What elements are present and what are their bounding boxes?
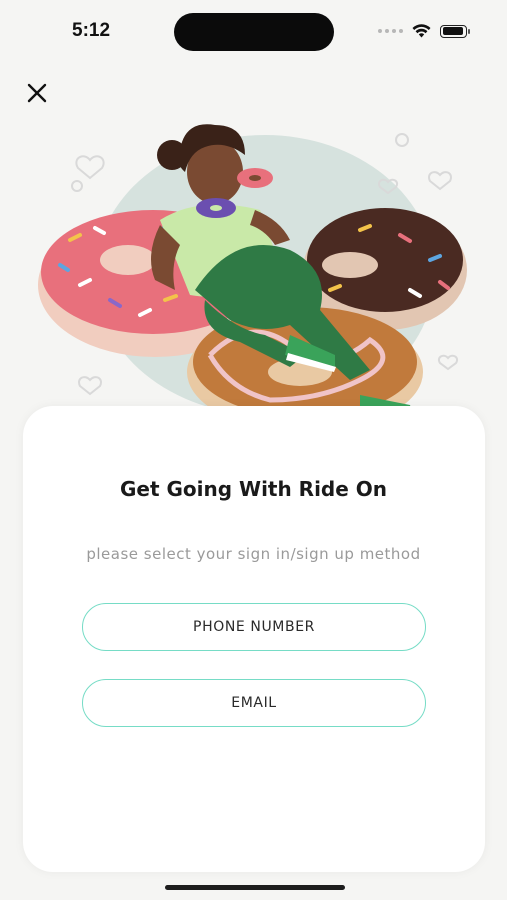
battery-icon xyxy=(440,24,470,38)
wifi-icon xyxy=(412,24,431,38)
email-button[interactable]: EMAIL xyxy=(82,679,426,727)
status-bar: 5:12 xyxy=(0,0,507,62)
signal-dots-icon xyxy=(378,29,403,33)
page-subtitle: please select your sign in/sign up metho… xyxy=(86,545,421,563)
status-time: 5:12 xyxy=(72,20,111,41)
home-indicator[interactable] xyxy=(165,885,345,890)
hero-illustration xyxy=(38,124,467,440)
status-icons xyxy=(378,23,470,39)
phone-number-button[interactable]: PHONE NUMBER xyxy=(82,603,426,651)
page-title: Get Going With Ride On xyxy=(119,477,388,501)
close-icon[interactable] xyxy=(22,78,52,108)
dynamic-island xyxy=(174,13,334,51)
